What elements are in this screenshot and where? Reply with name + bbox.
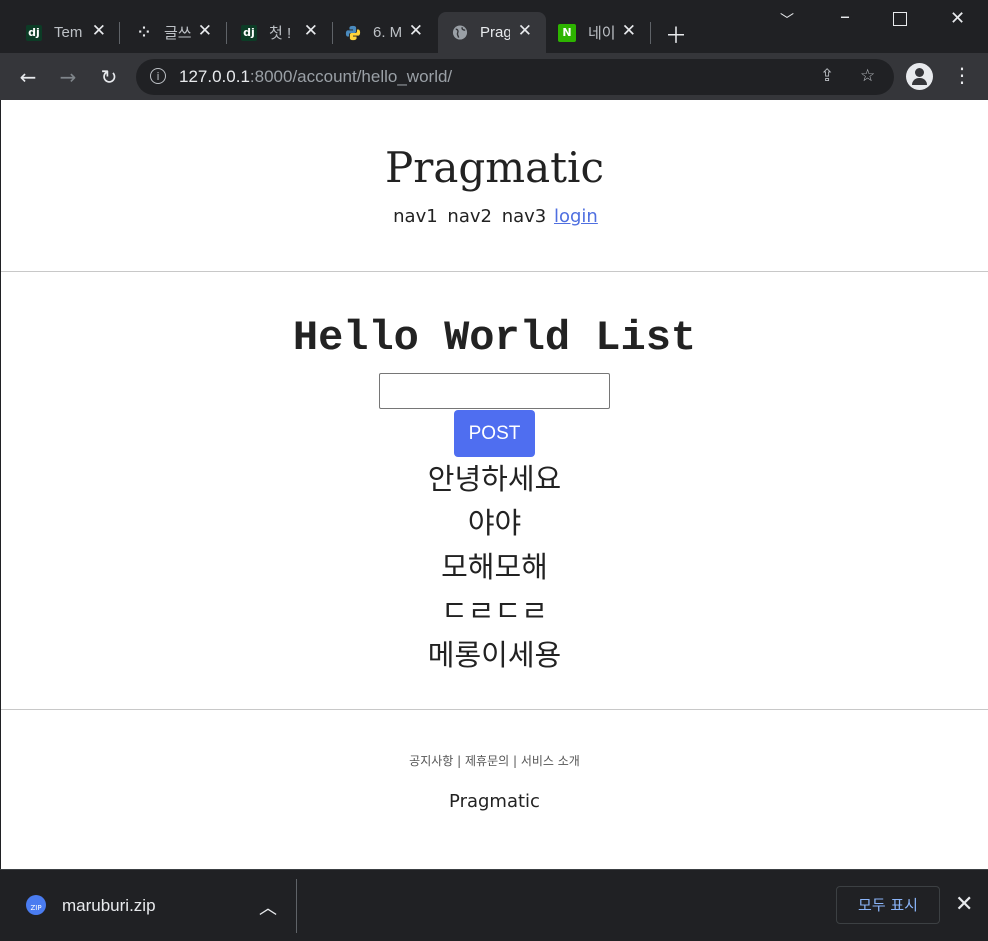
chevron-up-icon[interactable]: ︿ bbox=[259, 894, 277, 920]
tab-title: 글쓰 bbox=[164, 25, 192, 42]
tab-title: 첫 ! bbox=[269, 25, 292, 42]
url-text[interactable]: 127.0.0.1:8000/account/hello_world/ bbox=[179, 67, 452, 87]
nav-item-2[interactable]: nav2 bbox=[447, 206, 492, 227]
menu-kebab-icon[interactable]: ⋮ bbox=[952, 63, 972, 87]
tab-title: 6. M bbox=[373, 24, 403, 41]
new-tab-icon[interactable]: ＋ bbox=[665, 18, 687, 50]
footer-brand: Pragmatic bbox=[449, 791, 540, 812]
tab-2[interactable]: ⁘ 글쓰 ✕ bbox=[110, 12, 226, 53]
close-tab-icon[interactable]: ✕ bbox=[409, 23, 423, 40]
forward-icon[interactable]: → bbox=[54, 63, 82, 91]
zip-file-icon: ZIP bbox=[26, 895, 46, 915]
login-link[interactable]: login bbox=[554, 206, 598, 227]
download-file-name[interactable]: maruburi.zip bbox=[62, 896, 156, 916]
tab-title: Prag bbox=[480, 24, 510, 41]
web-page: Pragmatic nav1 nav2 nav3 login Hello Wor… bbox=[1, 100, 988, 869]
django-icon: dj bbox=[26, 24, 42, 41]
bookmark-star-icon[interactable]: ☆ bbox=[860, 66, 875, 86]
close-download-bar-icon[interactable]: ✕ bbox=[955, 892, 973, 917]
list-item: 모해모해 bbox=[441, 550, 548, 584]
address-bar[interactable]: i 127.0.0.1:8000/account/hello_world/ ⇪ … bbox=[136, 59, 894, 95]
globe-icon bbox=[452, 25, 468, 41]
site-nav: nav1 nav2 nav3 login bbox=[1, 206, 988, 227]
tab-separator bbox=[650, 22, 651, 44]
back-icon[interactable]: ← bbox=[14, 63, 42, 91]
list-item: 야야 bbox=[467, 506, 522, 540]
download-bar: ZIP maruburi.zip ︿ 모두 표시 ✕ bbox=[0, 869, 988, 941]
footer-links[interactable]: 공지사항 | 제휴문의 | 서비스 소개 bbox=[1, 752, 988, 769]
footer-divider bbox=[1, 709, 988, 710]
reload-icon[interactable]: ↻ bbox=[95, 63, 123, 91]
python-icon bbox=[345, 25, 361, 41]
close-tab-icon[interactable]: ✕ bbox=[304, 23, 318, 40]
tab-title: Tem bbox=[54, 24, 83, 41]
post-button[interactable]: POST bbox=[454, 410, 535, 457]
tab-6[interactable]: N 네이 ✕ bbox=[532, 12, 650, 53]
close-tab-icon[interactable]: ✕ bbox=[622, 23, 636, 40]
close-tab-icon[interactable]: ✕ bbox=[518, 23, 532, 40]
tab-strip: dj Tem ✕ ⁘ 글쓰 ✕ dj 첫 ! ✕ 6. M ✕ Prag ✕ N… bbox=[0, 0, 988, 53]
url-host: 127.0.0.1 bbox=[179, 67, 250, 86]
hello-world-input[interactable] bbox=[379, 373, 610, 409]
nav-item-3[interactable]: nav3 bbox=[502, 206, 547, 227]
tab-4[interactable]: 6. M ✕ bbox=[319, 12, 437, 53]
list-item: ㄷㄹㄷㄹ bbox=[441, 594, 548, 628]
tab-search-icon[interactable]: ﹀ bbox=[780, 10, 794, 30]
page-heading: Hello World List bbox=[292, 314, 697, 362]
close-window-icon[interactable]: ✕ bbox=[950, 8, 965, 29]
tab-5-active[interactable]: Prag ✕ bbox=[438, 12, 546, 53]
profile-avatar-icon[interactable] bbox=[906, 63, 933, 90]
django-icon: dj bbox=[241, 24, 257, 41]
browser-toolbar: ← → ↻ i 127.0.0.1:8000/account/hello_wor… bbox=[0, 53, 988, 100]
site-info-icon[interactable]: i bbox=[150, 68, 166, 84]
list-item: 메롱이세용 bbox=[427, 638, 562, 672]
minimize-icon[interactable]: – bbox=[840, 4, 850, 28]
show-all-downloads-button[interactable]: 모두 표시 bbox=[836, 886, 940, 924]
maximize-icon[interactable] bbox=[893, 12, 907, 26]
list-item: 안녕하세요 bbox=[427, 462, 562, 496]
close-tab-icon[interactable]: ✕ bbox=[198, 23, 212, 40]
nav-item-1[interactable]: nav1 bbox=[393, 206, 438, 227]
download-separator bbox=[296, 879, 297, 933]
close-tab-icon[interactable]: ✕ bbox=[92, 23, 106, 40]
tistory-icon: ⁘ bbox=[138, 24, 150, 41]
site-brand-title: Pragmatic bbox=[385, 143, 604, 192]
share-icon[interactable]: ⇪ bbox=[820, 66, 834, 86]
naver-icon: N bbox=[558, 23, 576, 42]
tab-title: 네이 bbox=[588, 25, 616, 42]
tab-1[interactable]: dj Tem ✕ bbox=[0, 12, 120, 53]
url-path: :8000/account/hello_world/ bbox=[249, 67, 453, 86]
tab-3[interactable]: dj 첫 ! ✕ bbox=[215, 12, 332, 53]
header-divider bbox=[1, 271, 988, 272]
